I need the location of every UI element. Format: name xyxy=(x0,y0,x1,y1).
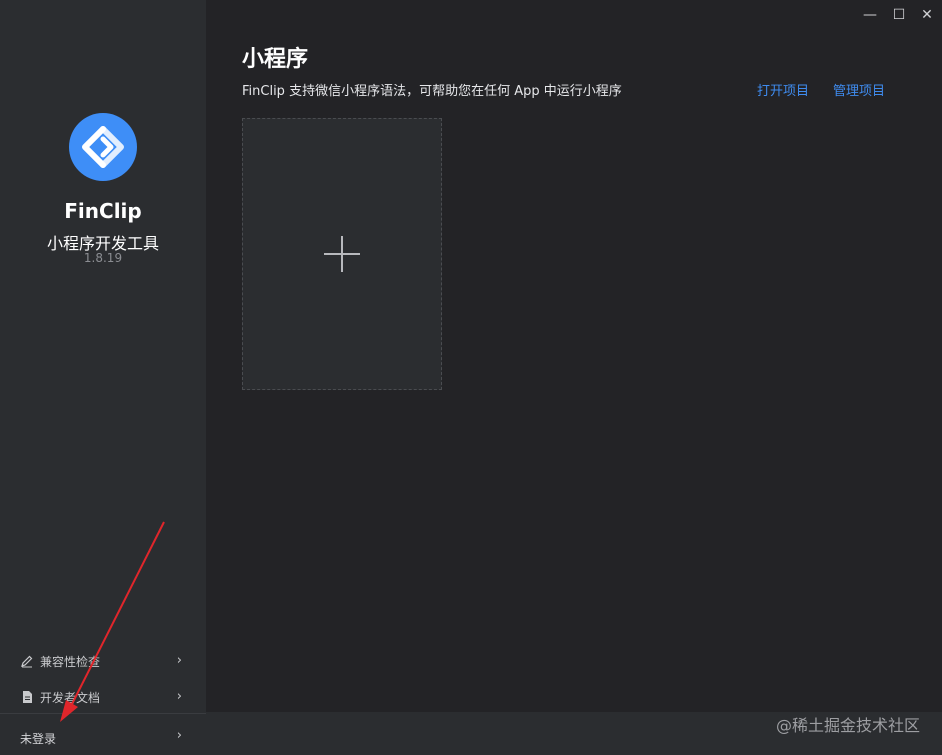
document-icon xyxy=(20,689,34,703)
sidebar-item-developer-docs[interactable]: 开发者文档 › xyxy=(0,681,206,713)
login-status-button[interactable]: 未登录 › xyxy=(0,713,206,755)
watermark: @稀土掘金技术社区 xyxy=(775,716,920,735)
pencil-icon xyxy=(20,653,34,668)
close-button[interactable]: ✕ xyxy=(917,6,937,26)
open-project-link[interactable]: 打开项目 xyxy=(757,80,809,99)
chevron-right-icon: › xyxy=(176,689,182,704)
finclip-logo-icon xyxy=(69,113,137,181)
app-window: FinClip 小程序开发工具 1.8.19 兼容性检查 › 开发者文档 › 未… xyxy=(0,0,942,755)
sidebar-item-compatibility-check[interactable]: 兼容性检查 › xyxy=(0,645,206,677)
minimize-button[interactable]: — xyxy=(860,6,880,26)
sidebar-item-label: 开发者文档 xyxy=(40,691,101,705)
sidebar: FinClip 小程序开发工具 1.8.19 兼容性检查 › 开发者文档 › 未… xyxy=(0,0,206,755)
add-project-card[interactable] xyxy=(242,118,442,390)
login-status-label: 未登录 xyxy=(20,732,57,746)
sidebar-item-label: 兼容性检查 xyxy=(40,655,101,669)
plus-icon xyxy=(324,236,360,272)
maximize-button[interactable]: ☐ xyxy=(889,6,909,26)
chevron-right-icon: › xyxy=(176,653,182,668)
app-version: 1.8.19 xyxy=(83,251,123,265)
page-title: 小程序 xyxy=(242,47,309,72)
manage-project-link[interactable]: 管理项目 xyxy=(833,80,885,99)
chevron-right-icon: › xyxy=(176,728,182,743)
app-name: FinClip xyxy=(64,199,142,223)
page-description: FinClip 支持微信小程序语法，可帮助您在任何 App 中运行小程序 xyxy=(242,84,622,99)
